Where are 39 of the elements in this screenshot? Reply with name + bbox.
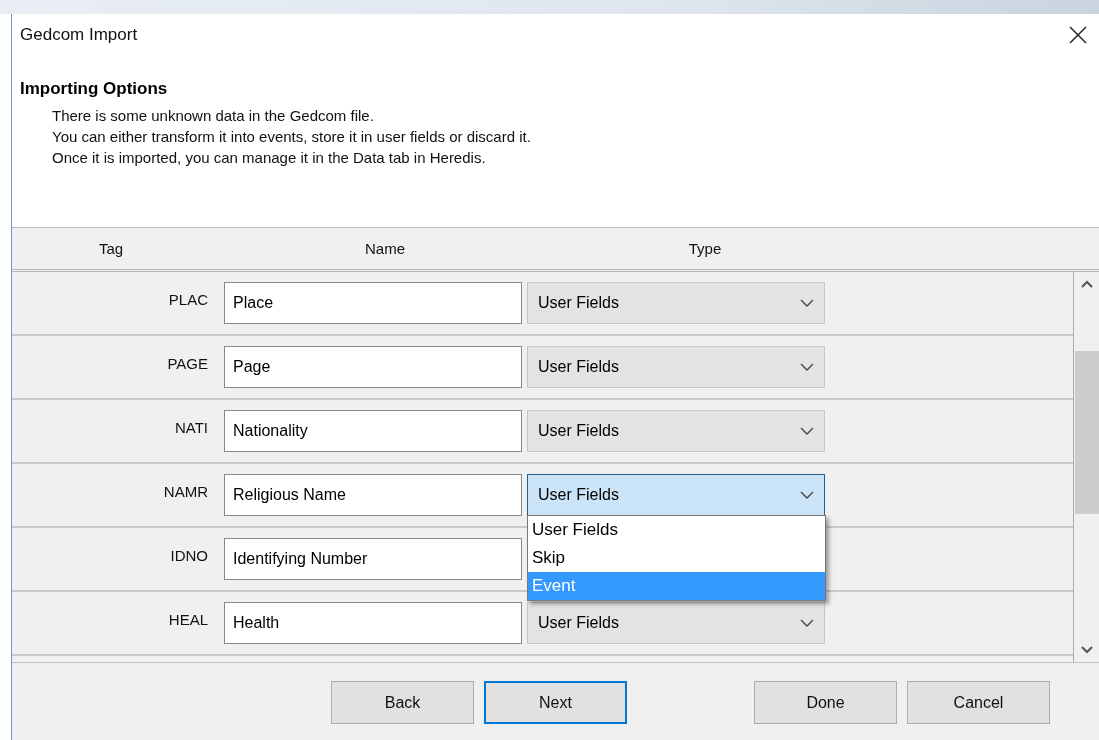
tag-label: PAGE <box>167 354 208 374</box>
type-dropdown[interactable]: User Fields <box>527 602 825 644</box>
window-title: Gedcom Import <box>20 24 138 45</box>
description-text: You can either transform it into events, store it in user fields or discard it. <box>52 127 532 147</box>
name-field[interactable]: Health <box>224 602 522 644</box>
name-field[interactable]: Place <box>224 282 522 324</box>
dialog-button[interactable]: Cancel <box>907 681 1050 724</box>
tag-label: NATI <box>174 418 208 438</box>
dialog-button[interactable]: Done <box>754 681 897 724</box>
column-header: Type <box>688 240 722 257</box>
dropdown-option[interactable]: Skip <box>528 544 825 572</box>
tag-label: IDNO <box>170 546 208 566</box>
type-dropdown[interactable]: User Fields <box>527 410 825 452</box>
section-title: Importing Options <box>20 79 169 99</box>
name-field[interactable]: Nationality <box>224 410 522 452</box>
name-field[interactable]: Page <box>224 346 522 388</box>
scroll-thumb[interactable] <box>1074 351 1099 514</box>
tag-label: PLAC <box>168 290 208 310</box>
chevron-down-icon <box>800 363 814 371</box>
tag-label: HEAL <box>168 610 208 630</box>
scroll-up-icon[interactable] <box>1080 280 1093 288</box>
chevron-down-icon <box>800 299 814 307</box>
tag-label: NAMR <box>163 482 208 502</box>
close-icon[interactable] <box>1069 25 1087 44</box>
chevron-down-icon <box>800 619 814 627</box>
column-header: Tag <box>98 240 124 257</box>
description-text: Once it is imported, you can manage it in the Data tab in Heredis. <box>52 148 487 168</box>
type-dropdown[interactable]: User Fields <box>527 282 825 324</box>
dropdown-option[interactable]: User Fields <box>528 516 825 544</box>
type-dropdown[interactable]: User Fields <box>527 346 825 388</box>
name-field[interactable]: Identifying Number <box>224 538 522 580</box>
description-text: There is some unknown data in the Gedcom file. <box>52 106 375 126</box>
scroll-down-icon[interactable] <box>1080 646 1093 654</box>
chevron-down-icon <box>800 491 814 499</box>
name-field[interactable]: Religious Name <box>224 474 522 516</box>
dialog-button[interactable]: Next <box>484 681 627 724</box>
chevron-down-icon <box>800 427 814 435</box>
dialog-button[interactable]: Back <box>331 681 474 724</box>
column-header: Name <box>365 240 405 257</box>
